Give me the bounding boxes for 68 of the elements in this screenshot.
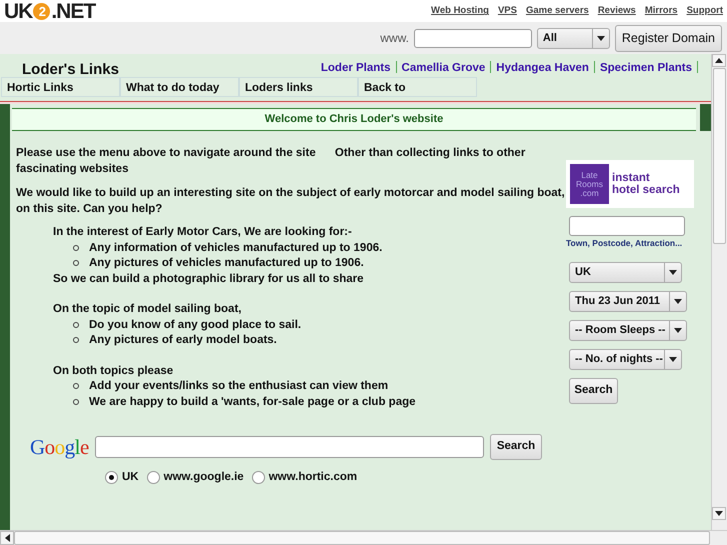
paragraph: Please use the menu above to navigate around the site Other than collecting links to other fascinating websites [16, 146, 526, 177]
bullet-icon [73, 260, 79, 266]
header-link[interactable]: VPS [498, 5, 517, 16]
plant-link[interactable]: Camellia Grove [402, 62, 486, 74]
input-hint: Town, Postcode, Attraction... [566, 238, 682, 249]
nav-tab[interactable]: Loders links [239, 77, 358, 97]
welcome-banner: Welcome to Chris Loder's website [12, 108, 696, 131]
plant-link[interactable]: Loder Plants [320, 62, 391, 74]
caret-icon [674, 328, 682, 333]
section-heading: On both topics please [53, 364, 174, 378]
nav-tab[interactable]: Back to [358, 77, 477, 97]
radio-button[interactable] [252, 471, 265, 484]
bullet-icon [73, 337, 79, 344]
list-item: Any pictures of vehicles manufactured up to 1906. [89, 256, 364, 271]
up-arrow-icon[interactable] [715, 58, 723, 63]
list-item: Any pictures of early model boats. [89, 333, 277, 348]
logo-text: UK [4, 0, 32, 22]
radio-option[interactable]: www.google.ie [146, 469, 244, 486]
plant-link[interactable]: Hydangea Haven [496, 62, 589, 74]
bullet-icon [73, 383, 79, 390]
vertical-scrollbar[interactable] [711, 54, 727, 530]
header-link[interactable]: Mirrors [644, 5, 678, 16]
header-link[interactable]: Game servers [526, 5, 589, 16]
horizontal-scrollbar[interactable] [0, 530, 727, 545]
radio-button[interactable] [105, 471, 118, 484]
bullet-icon [73, 244, 79, 251]
nav-tab[interactable]: What to do today [120, 77, 239, 97]
caret-icon [674, 299, 682, 304]
caret-icon [669, 270, 677, 275]
section-note: So we can build a photographic library for us all to share [53, 272, 365, 286]
nav-tab[interactable]: Hortic Links [1, 77, 120, 97]
tld-dropdown[interactable]: All [536, 28, 610, 48]
location-input[interactable] [569, 216, 685, 236]
header-link[interactable]: Web Hosting [431, 5, 489, 16]
logo-text: .NET [51, 0, 96, 22]
domain-input[interactable] [414, 28, 532, 48]
search-button[interactable]: Search [490, 434, 542, 460]
header-link[interactable]: Support [686, 5, 723, 16]
radio-option[interactable]: www.hortic.com [252, 469, 358, 486]
plant-link[interactable]: Specimen Plants [600, 62, 692, 74]
domain-prefix: www. [380, 30, 409, 47]
bullet-icon [73, 322, 79, 328]
logo-badge: 2 [33, 2, 50, 20]
google-logo: Google [30, 436, 89, 458]
hotel-dropdown[interactable]: Thu 23 Jun 2011 [569, 291, 687, 312]
caret-icon [596, 36, 605, 40]
register-domain-button[interactable]: Register Domain [614, 24, 722, 52]
list-item: Add your events/links so the enthusiast can view them [89, 379, 388, 394]
list-item: We are happy to build a 'wants, for-sale page or a club page [89, 394, 416, 410]
hotel-dropdown[interactable]: -- No. of nights -- [569, 349, 682, 370]
side-stripe [700, 104, 711, 131]
down-arrow-icon[interactable] [715, 511, 723, 516]
list-item: Any information of vehicles manufactured up to 1906. [89, 240, 382, 256]
search-input[interactable] [94, 436, 484, 458]
paragraph: We would like to build up an interesting site on the subject of early motorcar and model sailing boat, on this site. Can you help? [16, 186, 566, 217]
caret-icon [669, 357, 677, 362]
hotel-search-button[interactable]: Search [569, 378, 618, 404]
radio-option[interactable]: UK [105, 469, 139, 486]
section-heading: In the interest of Early Motor Cars, We are looking for:- [53, 225, 353, 240]
hotel-dropdown[interactable]: -- Room Sleeps -- [569, 320, 687, 341]
list-item: Do you know of any good place to sail. [89, 318, 302, 332]
radio-button[interactable] [146, 471, 160, 484]
page-title: Loder's Links [22, 62, 119, 77]
header-link[interactable]: Reviews [598, 5, 636, 16]
hotel-dropdown[interactable]: UK [569, 262, 682, 283]
left-arrow-icon[interactable] [4, 534, 10, 542]
bullet-icon [73, 398, 79, 405]
section-heading: On the topic of model sailing boat, [53, 302, 242, 317]
